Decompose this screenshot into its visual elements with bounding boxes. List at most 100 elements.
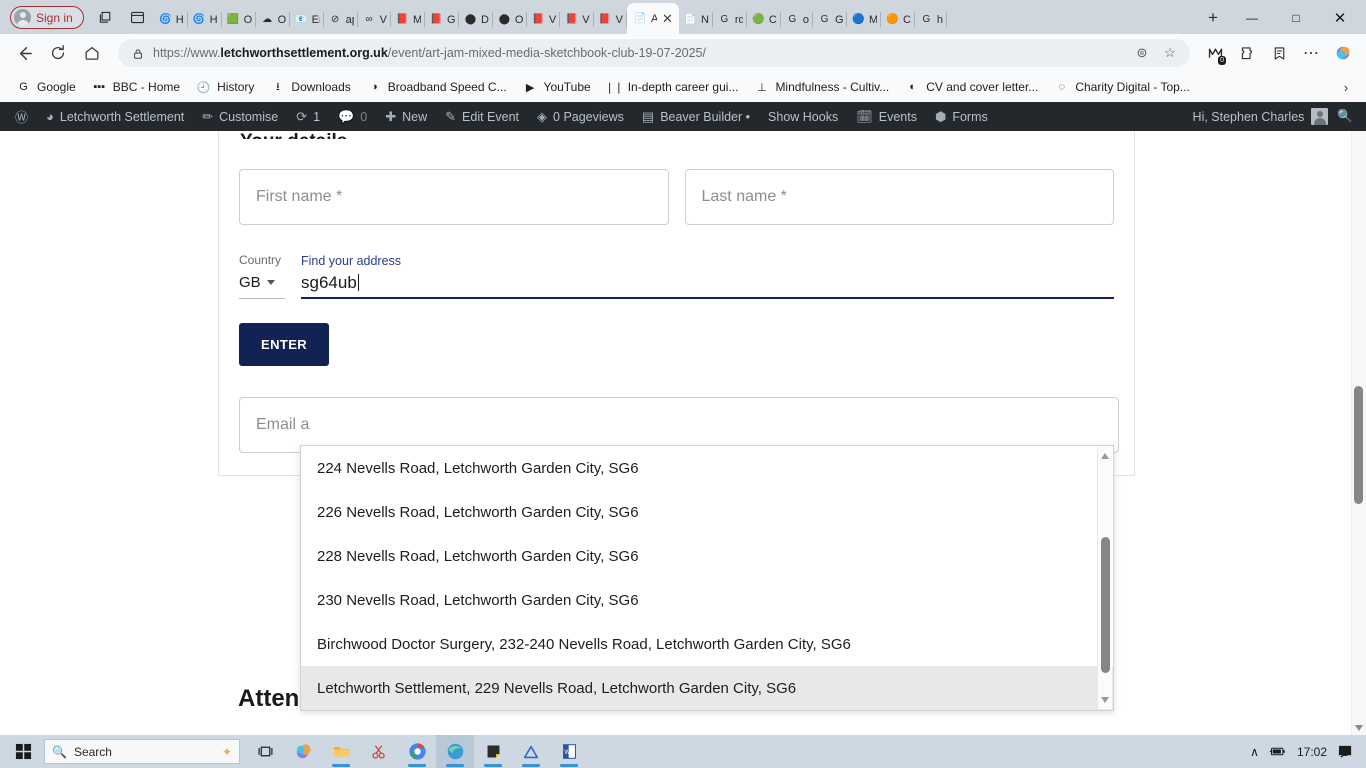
active-tab[interactable]: 📄 A ✕ — [626, 3, 679, 34]
tab-item[interactable]: 📕 V — [527, 5, 561, 34]
bookmark-item[interactable]: ▶ YouTube — [515, 77, 599, 98]
wp-new[interactable]: ✚ New — [376, 102, 436, 131]
autocomplete-option-selected[interactable]: Letchworth Settlement, 229 Nevells Road,… — [301, 666, 1113, 710]
address-autocomplete-dropdown[interactable]: 224 Nevells Road, Letchworth Garden City… — [300, 445, 1114, 711]
wp-pageviews[interactable]: ◈ 0 Pageviews — [528, 102, 633, 131]
tray-expand-icon[interactable]: ∧ — [1250, 745, 1259, 759]
sticky-notes-icon[interactable] — [474, 735, 512, 768]
wp-show-hooks[interactable]: Show Hooks — [759, 102, 847, 131]
page-actions-icon[interactable]: ⊜ — [1132, 43, 1152, 63]
bookmark-item[interactable]: 🕘 History — [188, 77, 262, 98]
bookmark-item[interactable]: ◑ Broadband Speed C... — [359, 77, 515, 98]
mail-extension-icon[interactable]: 0 — [1200, 38, 1230, 68]
bookmark-item[interactable]: ⭳ Downloads — [262, 77, 358, 98]
extensions-icon[interactable] — [1232, 38, 1262, 68]
tab-item[interactable]: 📕 M — [391, 5, 425, 34]
browser-settings-icon[interactable]: ⋯ — [1296, 38, 1326, 68]
search-input[interactable]: 🔍 Search ✦ — [44, 739, 240, 764]
tab-item[interactable]: 🌀 H — [188, 5, 222, 34]
bookmark-item[interactable]: ❘❘ In-depth career gui... — [599, 77, 747, 98]
back-arrow-icon[interactable] — [8, 38, 40, 68]
tab-item[interactable]: Grd — [713, 5, 747, 34]
tab-item[interactable]: ⊘ ap — [324, 5, 358, 34]
maximise-button[interactable]: □ — [1274, 2, 1318, 34]
bookmark-item[interactable]: ◌ Charity Digital - Top... — [1046, 77, 1198, 98]
split-screen-icon[interactable] — [127, 6, 149, 28]
clock[interactable]: 17:02 — [1297, 745, 1327, 759]
wp-site-name[interactable]: ◕ Letchworth Settlement — [37, 102, 193, 131]
first-name-input[interactable]: First name * — [239, 169, 669, 225]
minimise-button[interactable]: — — [1230, 2, 1274, 34]
refresh-icon[interactable] — [42, 38, 74, 68]
scroll-thumb[interactable] — [1101, 537, 1110, 673]
wp-logo[interactable]: Ⓦ — [6, 102, 37, 131]
norton-icon[interactable] — [512, 735, 550, 768]
chrome-icon[interactable] — [398, 735, 436, 768]
tab-item[interactable]: 🟠 C — [881, 5, 915, 34]
page-scroll-thumb[interactable] — [1354, 386, 1363, 504]
tab-collections-icon[interactable] — [95, 6, 117, 28]
close-window-button[interactable]: ✕ — [1318, 2, 1362, 34]
bookmark-item[interactable]: G Google — [8, 77, 84, 98]
sign-in-button[interactable]: Sign in — [10, 6, 84, 29]
autocomplete-option[interactable]: 226 Nevells Road, Letchworth Garden City… — [301, 490, 1113, 534]
bookmark-item[interactable]: ◐ CV and cover letter... — [897, 77, 1046, 98]
wp-edit-event[interactable]: ✎ Edit Event — [436, 102, 528, 131]
autocomplete-option[interactable]: 224 Nevells Road, Letchworth Garden City… — [301, 446, 1113, 490]
find-address-input[interactable]: sg64ub — [301, 273, 1114, 299]
page-scroll-down-icon[interactable] — [1355, 725, 1363, 731]
snipping-tool-icon[interactable] — [360, 735, 398, 768]
tab-item[interactable]: 📧En — [290, 5, 324, 34]
tab-item[interactable]: 🔵 M — [847, 5, 881, 34]
start-button[interactable] — [6, 735, 40, 768]
bookmark-item[interactable]: ⊥ Mindfulness - Cultiv... — [746, 77, 897, 98]
page-scrollbar[interactable] — [1351, 131, 1366, 736]
tab-item[interactable]: ⬤ O — [493, 5, 527, 34]
battery-icon[interactable] — [1269, 745, 1287, 758]
tab-item[interactable]: ⬤ D — [459, 5, 493, 34]
task-view-icon[interactable] — [246, 735, 284, 768]
tab-item[interactable]: 📄 N — [679, 5, 713, 34]
wp-updates[interactable]: ⟳ 1 — [287, 102, 329, 131]
scroll-up-icon[interactable] — [1101, 453, 1109, 459]
file-explorer-icon[interactable] — [322, 735, 360, 768]
tab-item[interactable]: Go — [781, 5, 813, 34]
bookmark-item[interactable]: ▪▪▪ BBC - Home — [84, 77, 188, 98]
tab-item[interactable]: 🟢 C — [747, 5, 781, 34]
copilot-icon[interactable] — [284, 735, 322, 768]
edge-icon[interactable] — [436, 735, 474, 768]
country-select[interactable]: GB — [239, 274, 285, 299]
wp-beaver-builder[interactable]: ▤ Beaver Builder • — [633, 102, 759, 131]
collections-icon[interactable] — [1264, 38, 1294, 68]
tab-item[interactable]: 🟩 O — [222, 5, 256, 34]
new-tab-button[interactable]: + — [1200, 5, 1226, 31]
url-bar[interactable]: https://www.letchworthsettlement.org.uk/… — [118, 39, 1190, 67]
close-tab-icon[interactable]: ✕ — [662, 11, 673, 27]
tab-item[interactable]: ☁ O — [256, 5, 290, 34]
tab-item[interactable]: 📕 V — [560, 5, 594, 34]
autocomplete-scrollbar[interactable] — [1097, 447, 1112, 709]
autocomplete-option[interactable]: 228 Nevells Road, Letchworth Garden City… — [301, 534, 1113, 578]
word-icon[interactable]: W — [550, 735, 588, 768]
tab-item[interactable]: Gh — [915, 5, 948, 34]
copilot-icon[interactable] — [1328, 38, 1358, 68]
enter-button[interactable]: ENTER — [239, 323, 330, 366]
favourite-star-icon[interactable]: ☆ — [1160, 43, 1180, 63]
notifications-icon[interactable] — [1337, 744, 1354, 759]
last-name-input[interactable]: Last name * — [684, 169, 1114, 225]
wp-comments[interactable]: 💬 0 — [329, 102, 376, 131]
scroll-down-icon[interactable] — [1101, 697, 1109, 703]
tab-item[interactable]: GG — [813, 5, 847, 34]
tab-item[interactable]: 🌀 H — [154, 5, 188, 34]
wp-forms[interactable]: ⬢ Forms — [926, 102, 997, 131]
tab-item[interactable]: ∞ V — [358, 5, 391, 34]
home-icon[interactable] — [76, 38, 108, 68]
wp-greeting[interactable]: Hi, Stephen Charles — [1193, 110, 1305, 124]
autocomplete-option[interactable]: Birchwood Doctor Surgery, 232-240 Nevell… — [301, 622, 1113, 666]
wp-customise[interactable]: ✏ Customise — [193, 102, 287, 131]
tab-item[interactable]: 📕 V — [594, 5, 627, 34]
bookmarks-overflow-icon[interactable]: › — [1334, 80, 1358, 95]
tab-item[interactable]: 📕 G — [425, 5, 459, 34]
wp-search-icon[interactable]: 🔍 — [1328, 102, 1362, 131]
autocomplete-option[interactable]: 230 Nevells Road, Letchworth Garden City… — [301, 578, 1113, 622]
